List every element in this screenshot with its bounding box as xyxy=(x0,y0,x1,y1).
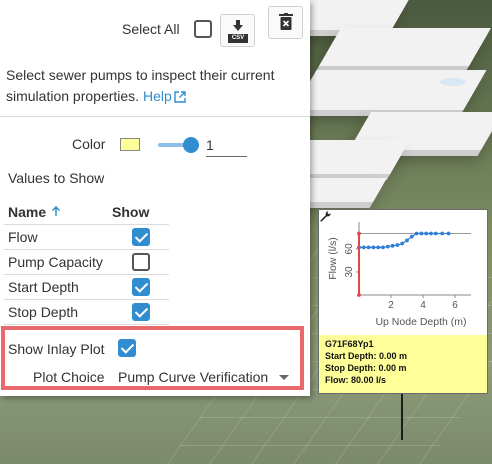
show-flow-checkbox[interactable] xyxy=(132,228,150,246)
inlay-leader-line xyxy=(401,394,403,440)
data-point xyxy=(366,245,371,250)
pump-id: G71F68Yp1 xyxy=(325,339,374,349)
pump-info: G71F68Yp1 Start Depth: 0.00 m Stop Depth… xyxy=(325,338,407,386)
chevron-down-icon[interactable] xyxy=(279,375,289,380)
csv-label: CSV xyxy=(228,34,248,43)
column-header-name[interactable]: Name xyxy=(8,204,46,220)
building xyxy=(319,28,491,66)
panel-description: Select sewer pumps to inspect their curr… xyxy=(6,65,302,107)
values-to-show-label: Values to Show xyxy=(8,170,105,186)
data-point xyxy=(424,231,429,236)
row-label-start-depth: Start Depth xyxy=(8,279,79,295)
x-axis-label: Up Node Depth (m) xyxy=(375,316,466,328)
y-axis-label: Flow (l/s) xyxy=(327,237,339,280)
row-label-stop-depth: Stop Depth xyxy=(8,304,79,320)
data-point xyxy=(400,241,405,246)
download-csv-button[interactable]: CSV xyxy=(220,14,255,47)
x-tick-label: 4 xyxy=(420,300,426,311)
data-point xyxy=(390,243,395,248)
description-text: Select sewer pumps to inspect their curr… xyxy=(6,67,275,104)
inlay-plot-popup[interactable]: 2 4 6 30 60 Up Node Depth (m) Flow (l/s) G71F6… xyxy=(318,209,488,394)
size-slider-handle[interactable] xyxy=(183,137,199,153)
y-tick-label: 30 xyxy=(344,266,355,278)
sewer-pump-panel: Select All CSV Select sewer pumps to ins… xyxy=(0,0,310,396)
show-start-depth-checkbox[interactable] xyxy=(132,278,150,296)
table-header: Name Show xyxy=(4,197,169,225)
x-tick-label: 6 xyxy=(452,300,458,311)
pump-start-depth: Start Depth: 0.00 m xyxy=(325,351,408,361)
data-point xyxy=(409,234,414,239)
plot-choice-select[interactable]: Pump Curve Verification xyxy=(118,369,268,385)
external-link-icon[interactable] xyxy=(174,91,186,103)
divider xyxy=(0,116,310,117)
data-point xyxy=(429,231,433,236)
data-point xyxy=(440,231,445,236)
pump-curve-chart: 2 4 6 30 60 Up Node Depth (m) Flow (l/s) xyxy=(319,210,487,335)
show-pump-capacity-checkbox[interactable] xyxy=(132,253,150,271)
row-label-pump-capacity: Pump Capacity xyxy=(8,254,103,270)
sort-ascending-icon[interactable] xyxy=(51,205,61,217)
color-swatch[interactable] xyxy=(120,138,140,151)
row-label-flow: Flow xyxy=(8,229,38,245)
data-point xyxy=(361,245,366,250)
data-point xyxy=(371,245,376,250)
wrench-icon[interactable] xyxy=(319,210,331,222)
data-point xyxy=(405,238,409,243)
pump-flow: Flow: 80.00 l/s xyxy=(325,375,387,385)
delete-button[interactable] xyxy=(268,6,303,39)
column-header-show: Show xyxy=(112,204,150,220)
x-tick-label: 2 xyxy=(388,300,394,311)
data-point xyxy=(414,231,419,236)
data-point xyxy=(385,244,390,249)
values-table: Name Show Flow Pump Capacity Start Depth… xyxy=(4,197,169,325)
y-tick-label: 60 xyxy=(344,243,355,255)
data-point xyxy=(376,245,381,250)
show-stop-depth-checkbox[interactable] xyxy=(132,303,150,321)
select-all-label: Select All xyxy=(122,21,180,37)
table-row: Flow xyxy=(4,225,169,250)
color-label: Color xyxy=(72,136,106,152)
table-row: Start Depth xyxy=(4,275,169,300)
size-input[interactable] xyxy=(206,133,247,157)
chart-svg: 2 4 6 30 60 Up Node Depth (m) Flow (l/s) xyxy=(327,222,471,328)
show-inlay-plot-checkbox[interactable] xyxy=(118,339,136,357)
series-line xyxy=(359,232,449,248)
select-all-checkbox[interactable] xyxy=(194,20,212,38)
plot-choice-label: Plot Choice xyxy=(33,369,105,385)
panel-toolbar: Select All CSV xyxy=(0,0,310,58)
data-point xyxy=(419,231,424,236)
show-inlay-plot-label: Show Inlay Plot xyxy=(8,341,105,357)
data-point xyxy=(357,293,361,297)
data-point xyxy=(381,245,385,250)
pump-stop-depth: Stop Depth: 0.00 m xyxy=(325,363,407,373)
data-point xyxy=(395,243,400,247)
data-point xyxy=(433,231,438,236)
data-point xyxy=(446,231,451,236)
table-row: Stop Depth xyxy=(4,300,169,325)
pump-marker[interactable] xyxy=(440,78,466,86)
data-point xyxy=(357,231,361,236)
building xyxy=(293,70,487,110)
download-icon xyxy=(233,20,243,31)
trash-icon xyxy=(279,13,293,30)
table-row: Pump Capacity xyxy=(4,250,169,275)
help-link[interactable]: Help xyxy=(143,88,172,104)
